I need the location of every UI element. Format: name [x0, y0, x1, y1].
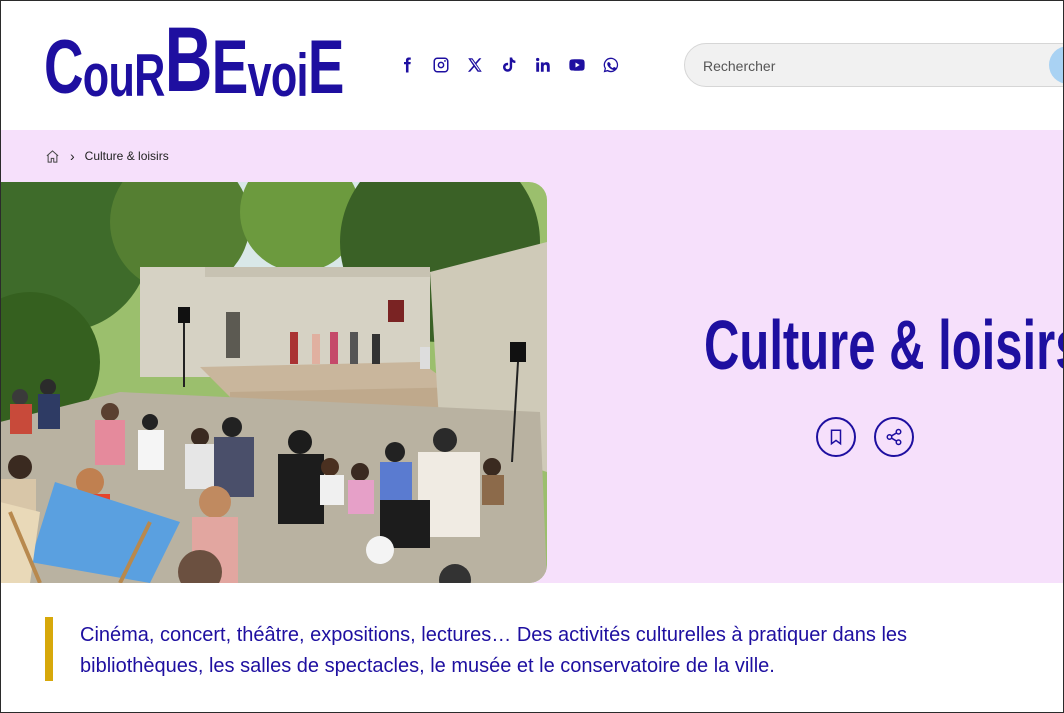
- share-icon: [886, 428, 902, 446]
- chevron-right-icon: ›: [70, 148, 75, 164]
- share-button[interactable]: [874, 417, 914, 457]
- home-icon[interactable]: [45, 149, 60, 164]
- logo-letter: B: [164, 9, 213, 111]
- social-links: [396, 54, 622, 76]
- bookmark-icon: [830, 429, 842, 446]
- intro-text: Cinéma, concert, théâtre, expositions, l…: [80, 624, 908, 677]
- breadcrumb: › Culture & loisirs: [45, 148, 169, 164]
- intro-accent-bar: [45, 617, 53, 681]
- youtube-icon[interactable]: [566, 54, 588, 76]
- x-icon[interactable]: [464, 54, 486, 76]
- hero-section: › Culture & loisirs Culture & loisirs: [0, 130, 1064, 583]
- logo-letter: v: [247, 42, 272, 109]
- bookmark-button[interactable]: [816, 417, 856, 457]
- search-bar: [684, 43, 1064, 87]
- whatsapp-icon[interactable]: [600, 54, 622, 76]
- logo-letter: o: [82, 42, 109, 109]
- facebook-icon[interactable]: [396, 54, 418, 76]
- linkedin-icon[interactable]: [532, 54, 554, 76]
- logo-letter: R: [134, 42, 165, 109]
- logo-letter: o: [270, 42, 297, 109]
- logo-letter: u: [108, 42, 135, 109]
- search-input[interactable]: [701, 54, 1035, 78]
- tiktok-icon[interactable]: [498, 54, 520, 76]
- search-button[interactable]: [1049, 46, 1064, 84]
- logo-letter: E: [307, 25, 345, 110]
- breadcrumb-current: Culture & loisirs: [84, 149, 169, 163]
- page-actions: [816, 417, 914, 457]
- page-title: Culture & loisirs: [704, 306, 1064, 384]
- logo-letter: E: [211, 25, 249, 110]
- logo-letter: C: [44, 25, 84, 110]
- hero-photo: [0, 182, 547, 583]
- instagram-icon[interactable]: [430, 54, 452, 76]
- site-header: C o u R B E v o i E: [0, 0, 1064, 130]
- logo-letter: i: [296, 42, 309, 109]
- courbevoie-logo[interactable]: C o u R B E v o i E: [44, 14, 345, 110]
